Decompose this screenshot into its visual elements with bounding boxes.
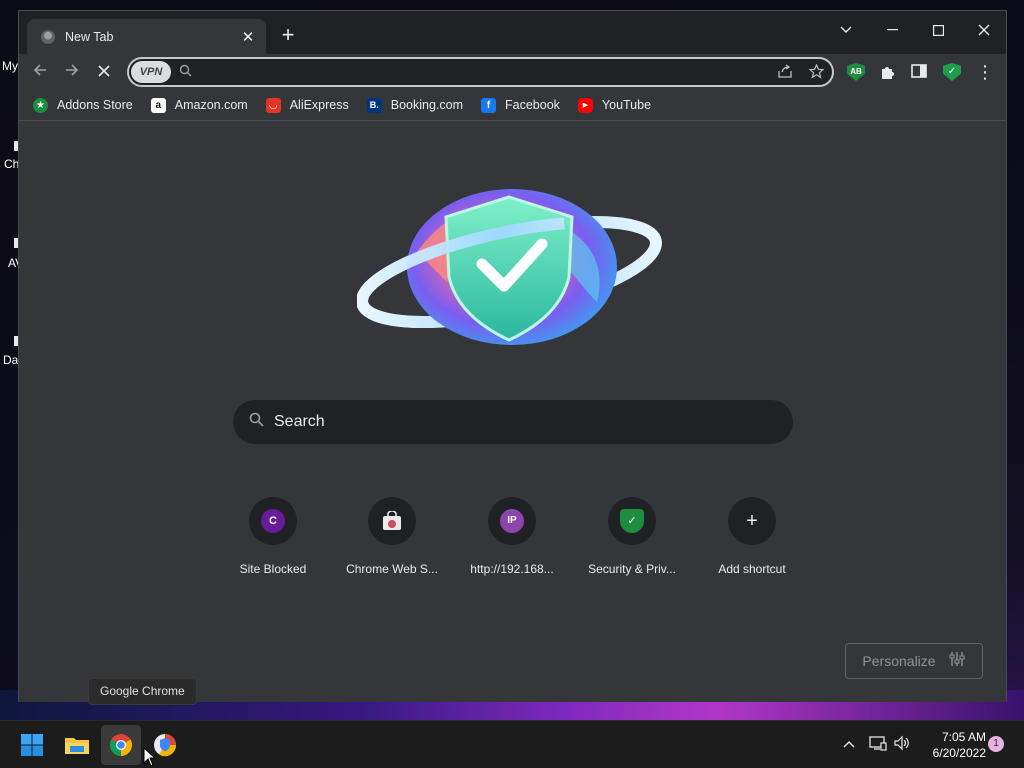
clock-time: 7:05 AM <box>941 730 986 744</box>
new-tab-button[interactable]: + <box>276 24 300 48</box>
shortcut-site-blocked[interactable]: C Site Blocked <box>213 497 333 576</box>
booking-icon: B. <box>366 97 382 113</box>
back-button[interactable] <box>28 60 52 84</box>
chrome-menu-icon[interactable]: ⋮ <box>976 63 994 81</box>
add-icon: + <box>746 509 758 532</box>
bookmark-star-icon[interactable] <box>808 63 825 82</box>
windows-logo-icon <box>21 734 43 756</box>
tab-close-icon[interactable]: ✕ <box>240 28 256 46</box>
show-hidden-icons-chevron-icon[interactable] <box>843 735 855 751</box>
adblock-extension-icon[interactable]: AB <box>847 63 865 81</box>
side-panel-icon[interactable] <box>911 63 929 81</box>
search-icon <box>249 412 264 432</box>
secure-browser-icon <box>154 734 177 757</box>
folder-icon <box>65 738 89 754</box>
tab-new-tab[interactable]: New Tab ✕ <box>27 19 266 54</box>
ntp-search-box[interactable]: Search <box>233 400 793 444</box>
shortcut-label: Security & Priv... <box>588 562 676 576</box>
taskbar: 7:05 AM 6/20/2022 1 <box>0 720 1024 768</box>
shortcut-label: http://192.168... <box>470 562 554 576</box>
bookmark-label: YouTube <box>601 98 652 112</box>
network-icon[interactable] <box>869 735 887 754</box>
bookmark-label: Facebook <box>505 98 560 112</box>
shortcut-label: Add shortcut <box>718 562 786 576</box>
security-shield-icon: ✓ <box>620 509 644 533</box>
ip-icon: IP <box>500 509 524 533</box>
chrome-window: New Tab ✕ + VPN AB ✓ ⋮ ★ Addons Store a … <box>18 10 1007 702</box>
bookmark-label: Addons Store <box>57 98 133 112</box>
desktop-icon-label[interactable]: Da <box>3 353 18 367</box>
volume-icon[interactable] <box>893 735 911 754</box>
new-tab-page: Search C Site Blocked Chrome Web S... IP… <box>19 122 1006 702</box>
chrome-web-store-icon <box>383 511 401 530</box>
amazon-icon: a <box>150 97 166 113</box>
chrome-icon <box>110 734 132 756</box>
toolbar: VPN AB ✓ ⋮ <box>19 54 1006 90</box>
bookmarks-bar: ★ Addons Store a Amazon.com ◡ AliExpress… <box>19 90 1006 121</box>
forward-button[interactable] <box>60 60 84 84</box>
shortcut-chrome-web-store[interactable]: Chrome Web S... <box>332 497 452 576</box>
shortcut-tile: C <box>249 497 297 545</box>
youtube-icon: ▶ <box>577 97 593 113</box>
shortcut-security-privacy[interactable]: ✓ Security & Priv... <box>572 497 692 576</box>
security-shield-logo <box>357 189 662 345</box>
sliders-icon <box>948 650 966 673</box>
tab-title: New Tab <box>65 29 114 44</box>
facebook-icon: f <box>481 97 497 113</box>
system-clock[interactable]: 7:05 AM 6/20/2022 <box>918 729 986 761</box>
taskbar-tooltip: Google Chrome <box>88 678 197 705</box>
start-button[interactable] <box>12 725 52 765</box>
security-shield-extension-icon[interactable]: ✓ <box>943 63 961 81</box>
bookmark-addons-store[interactable]: ★ Addons Store <box>33 97 133 113</box>
tab-search-dropdown-icon[interactable] <box>823 15 869 45</box>
aliexpress-icon: ◡ <box>265 97 281 113</box>
notification-badge[interactable]: 1 <box>988 736 1004 752</box>
close-window-button[interactable] <box>961 15 1007 45</box>
share-icon[interactable] <box>777 64 793 82</box>
addons-store-icon: ★ <box>33 97 48 113</box>
shortcut-tile: IP <box>488 497 536 545</box>
bookmark-aliexpress[interactable]: ◡ AliExpress <box>265 97 349 113</box>
bookmark-label: Booking.com <box>390 98 464 112</box>
bookmark-youtube[interactable]: ▶ YouTube <box>577 97 652 113</box>
minimize-button[interactable] <box>869 15 915 45</box>
bookmark-label: Amazon.com <box>174 98 248 112</box>
address-bar[interactable]: VPN <box>127 57 834 87</box>
file-explorer-button[interactable] <box>57 725 97 765</box>
tab-favicon-icon <box>41 29 55 44</box>
extensions-puzzle-icon[interactable] <box>879 63 897 81</box>
bookmark-label: AliExpress <box>289 98 349 112</box>
shortcut-label: Chrome Web S... <box>346 562 438 576</box>
desktop-icon-label[interactable]: My <box>2 59 18 73</box>
title-bar: New Tab ✕ + <box>19 11 1006 54</box>
stop-loading-button[interactable] <box>92 60 116 84</box>
bookmark-amazon[interactable]: a Amazon.com <box>150 97 248 113</box>
mouse-cursor-icon <box>143 747 156 767</box>
bookmark-facebook[interactable]: f Facebook <box>481 97 560 113</box>
maximize-button[interactable] <box>915 15 961 45</box>
search-icon <box>179 64 192 80</box>
chrome-taskbar-button[interactable] <box>101 725 141 765</box>
bookmark-booking[interactable]: B. Booking.com <box>366 97 464 113</box>
vpn-badge[interactable]: VPN <box>131 61 171 83</box>
personalize-label: Personalize <box>862 653 936 669</box>
shortcut-label: Site Blocked <box>239 562 307 576</box>
shortcut-ip-address[interactable]: IP http://192.168... <box>452 497 572 576</box>
shortcut-tile <box>368 497 416 545</box>
shortcut-add[interactable]: + Add shortcut <box>692 497 812 576</box>
shortcut-tile: ✓ <box>608 497 656 545</box>
personalize-button[interactable]: Personalize <box>845 643 983 679</box>
clock-date: 6/20/2022 <box>932 746 986 760</box>
site-blocked-icon: C <box>261 509 285 533</box>
shortcut-tile: + <box>728 497 776 545</box>
search-placeholder: Search <box>274 413 325 430</box>
